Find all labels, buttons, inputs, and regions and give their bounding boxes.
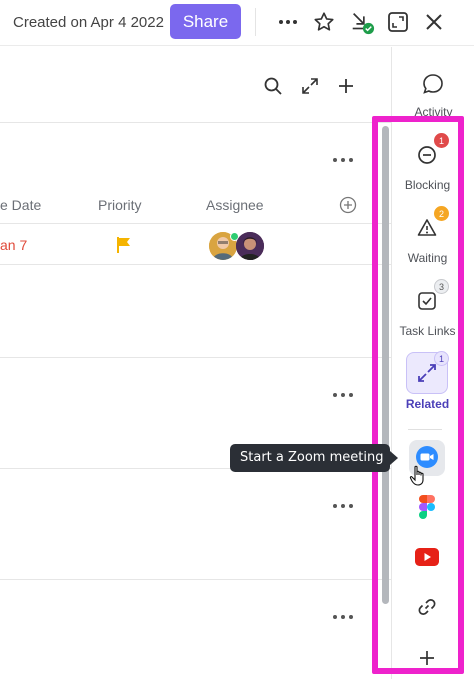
plus-icon[interactable] [335, 75, 357, 97]
task-links-badge: 3 [434, 279, 449, 294]
waiting-label[interactable]: Waiting [386, 251, 469, 265]
search-icon[interactable] [262, 75, 284, 97]
assignee-avatar[interactable] [236, 232, 264, 260]
waiting-badge-count: 2 [438, 208, 444, 219]
expand-icon[interactable] [385, 9, 411, 35]
main-content: e Date Priority Assignee an 7 [0, 47, 391, 679]
sidebar-scrollbar[interactable] [382, 126, 389, 604]
task-group [0, 265, 391, 358]
zoom-tooltip: Start a Zoom meeting [230, 444, 390, 472]
hand-cursor-icon [409, 465, 427, 492]
divider [255, 8, 256, 36]
add-column-icon[interactable] [339, 196, 357, 214]
created-date-text: Created on Apr 4 2022 [13, 14, 164, 31]
group-more-button[interactable] [333, 612, 353, 622]
column-header-due-date[interactable]: e Date [0, 197, 41, 213]
more-dots-icon[interactable] [275, 9, 301, 35]
top-bar: Created on Apr 4 2022 Share [0, 0, 474, 46]
related-badge-count: 1 [438, 353, 444, 364]
add-app-plus-icon[interactable] [419, 650, 435, 671]
blocking-badge-count: 1 [438, 135, 444, 146]
task-links-label[interactable]: Task Links [386, 324, 469, 338]
related-badge: 1 [434, 351, 449, 366]
related-label[interactable]: Related [386, 397, 469, 411]
close-icon[interactable] [421, 9, 447, 35]
collapse-icon[interactable] [299, 75, 321, 97]
waiting-badge: 2 [434, 206, 449, 221]
blocking-badge: 1 [434, 133, 449, 148]
table-row[interactable]: an 7 [0, 223, 391, 265]
due-date-value[interactable]: an 7 [0, 237, 27, 253]
main-toolbar [0, 47, 391, 123]
download-check-icon[interactable] [349, 9, 375, 35]
share-button[interactable]: Share [170, 4, 241, 39]
activity-icon[interactable] [418, 69, 448, 99]
tooltip-arrow [390, 451, 398, 465]
column-header-priority[interactable]: Priority [98, 197, 142, 213]
group-more-button[interactable] [333, 155, 353, 165]
blocking-label[interactable]: Blocking [386, 178, 469, 192]
figma-icon[interactable] [419, 495, 435, 524]
star-icon[interactable] [311, 9, 337, 35]
activity-label[interactable]: Activity [392, 105, 474, 119]
column-header-assignee[interactable]: Assignee [206, 197, 264, 213]
priority-flag-icon[interactable] [116, 236, 132, 259]
sidebar-divider [408, 429, 442, 430]
task-links-badge-count: 3 [438, 281, 444, 292]
link-icon[interactable] [417, 597, 437, 622]
task-group [0, 469, 391, 580]
youtube-icon[interactable] [415, 548, 439, 571]
